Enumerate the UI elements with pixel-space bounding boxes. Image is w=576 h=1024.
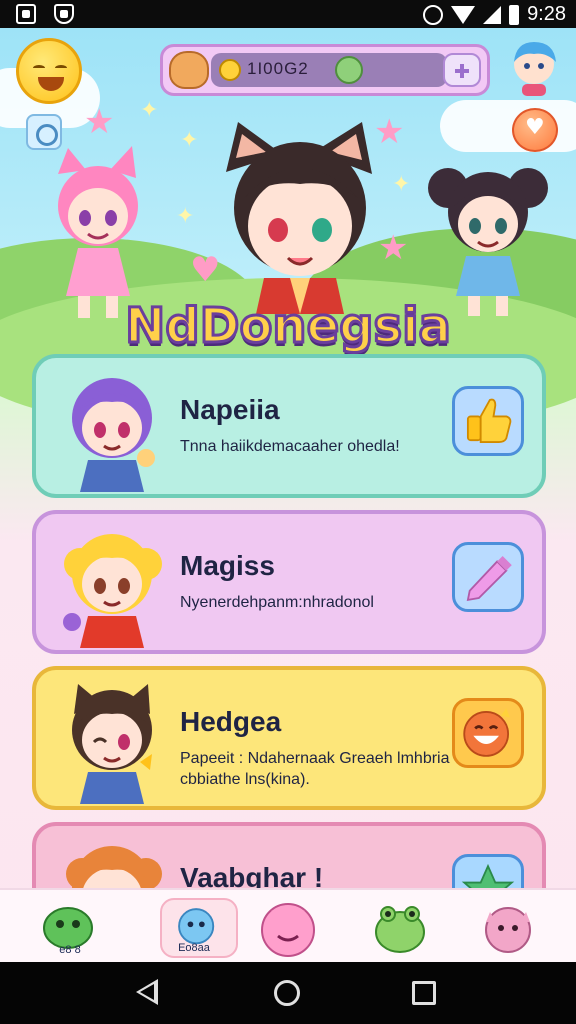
currency-bar: 1I00G2 — [160, 44, 490, 96]
tab-label: e8 8 — [59, 944, 81, 956]
wifi-icon — [451, 5, 476, 24]
piggy-bank-icon — [169, 51, 209, 89]
pencil-icon — [466, 555, 512, 601]
purple-hair-character-portrait — [72, 378, 155, 492]
status-left-icons — [16, 4, 74, 24]
like-button[interactable] — [452, 386, 524, 456]
pink-hair-girl-character — [58, 146, 138, 318]
winking-cat-girl-character-portrait — [72, 684, 152, 804]
sparkle-icon: ✦ — [392, 172, 411, 197]
back-icon[interactable] — [136, 979, 158, 1005]
character-card[interactable]: Napeiia Tnna haiikdemacaaher ohedla! — [32, 354, 546, 498]
happy-face-icon — [463, 708, 510, 757]
shield-notification-icon — [54, 4, 74, 24]
card-title: Hedgea — [180, 706, 282, 737]
card-title: Magiss — [180, 550, 275, 581]
smiley-face-icon[interactable] — [16, 38, 82, 104]
tab-slime[interactable]: e8 8 — [38, 898, 102, 958]
heart-icon[interactable] — [512, 108, 558, 152]
thumbs-up-icon — [466, 398, 512, 443]
gem-icon — [335, 56, 363, 84]
sparkle-icon: ✦ — [176, 204, 195, 229]
card-title: Napeiia — [180, 394, 280, 425]
coin-icon — [219, 59, 241, 81]
add-currency-button[interactable] — [443, 53, 481, 87]
character-card[interactable]: Magiss Nyenerdehpanm:nhradonol — [32, 510, 546, 654]
status-time: 9:28 — [527, 3, 566, 25]
tab-bear[interactable] — [476, 898, 540, 958]
star-decoration-icon: ★ — [84, 102, 115, 142]
tab-label: Eo8aa — [178, 942, 210, 954]
status-bar: 9:28 — [0, 0, 576, 28]
alarm-icon — [423, 4, 444, 25]
tab-frog[interactable] — [368, 898, 432, 958]
pink-cat-icon — [261, 903, 315, 957]
sparkle-icon: ✦ — [140, 98, 159, 123]
edit-button[interactable] — [452, 542, 524, 612]
pink-bear-icon — [485, 907, 531, 953]
card-description: Tnna haiikdemacaaher ohedla! — [180, 438, 400, 455]
card-description: Nyenerdehpanm:nhradonol — [180, 594, 374, 611]
signal-icon — [483, 5, 502, 24]
game-title: NdDonegsia — [124, 297, 453, 356]
cat-ear-boy-character — [226, 122, 372, 314]
home-icon[interactable] — [274, 980, 300, 1006]
character-card[interactable]: Hedgea Papeeit : Ndahernaak Greaeh lmhbr… — [32, 666, 546, 810]
profile-avatar[interactable] — [506, 38, 562, 98]
battery-icon — [509, 4, 520, 25]
card-description: Papeeit : Ndahernaak Greaeh lmhbria cbbi… — [180, 750, 450, 788]
image-notification-icon — [16, 4, 36, 24]
game-screen: 1I00G2 ★ ✦ ✦ ★ ✦ ✦ ★ ♥ — [0, 28, 576, 962]
twin-tail-girl-character — [428, 168, 548, 316]
tab-cat[interactable] — [256, 898, 320, 958]
happy-button[interactable] — [452, 698, 524, 768]
status-right-icons: 9:28 — [423, 3, 566, 26]
recent-apps-icon[interactable] — [412, 981, 436, 1005]
tab-blob[interactable]: Eo8aa — [160, 898, 238, 958]
frog-icon — [375, 906, 425, 953]
sparkle-icon: ✦ — [180, 128, 199, 153]
currency-value: 1I00G2 — [247, 59, 309, 78]
blonde-girl-character-portrait — [63, 534, 162, 648]
system-navigation-bar — [0, 962, 576, 1024]
bottom-tab-bar: e8 8 Eo8aa — [0, 888, 576, 962]
